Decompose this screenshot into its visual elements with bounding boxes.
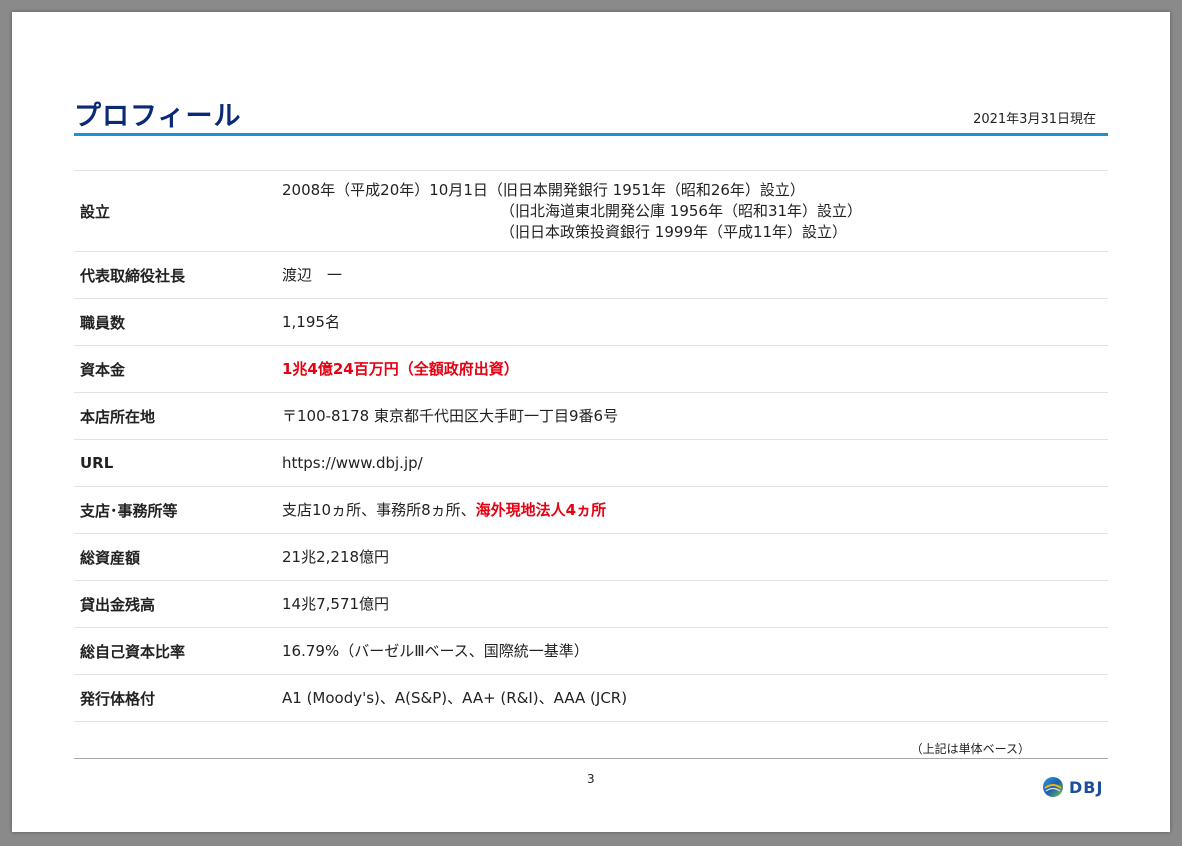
title-underline — [74, 133, 1108, 136]
establishment-line-1: 2008年（平成20年）10月1日（旧日本開発銀行 1951年（昭和26年）設立… — [282, 180, 805, 199]
row-value: 1,195名 — [282, 312, 340, 331]
row-label: 設立 — [80, 202, 111, 221]
row-value: 渡辺 一 — [282, 265, 343, 284]
page-number: 3 — [587, 772, 595, 786]
footnote: （上記は単体ベース） — [910, 742, 1030, 756]
row-label: URL — [80, 454, 114, 472]
table-row-employees: 職員数 1,195名 — [74, 299, 1108, 346]
url-link[interactable]: https://www.dbj.jp/ — [282, 453, 1108, 474]
row-label: 総資産額 — [80, 548, 141, 567]
table-row-capital: 資本金 1兆4億24百万円（全額政府出資） — [74, 346, 1108, 393]
table-row-establishment: 設立 2008年（平成20年）10月1日（旧日本開発銀行 1951年（昭和26年… — [74, 171, 1108, 252]
logo-text: DBJ — [1069, 777, 1104, 797]
table-row-branches: 支店･事務所等 支店10ヵ所、事務所8ヵ所、海外現地法人4ヵ所 — [74, 487, 1108, 534]
row-value: 支店10ヵ所、事務所8ヵ所、海外現地法人4ヵ所 — [282, 500, 1108, 521]
row-value: 21兆2,218億円 — [282, 547, 390, 566]
document-page: プロフィール 2021年3月31日現在 設立 2008年（平成20年）10月1日… — [12, 12, 1170, 832]
branches-overseas: 海外現地法人4ヵ所 — [475, 500, 607, 519]
establishment-line-3: （旧日本政策投資銀行 1999年（平成11年）設立） — [500, 222, 848, 241]
bottom-divider — [74, 758, 1108, 759]
table-row-head-office: 本店所在地 〒100-8178 東京都千代田区大手町一丁目9番6号 — [74, 393, 1108, 440]
dbj-logo: DBJ — [1042, 776, 1103, 798]
row-label: 支店･事務所等 — [80, 501, 178, 520]
table-row-president: 代表取締役社長 渡辺 一 — [74, 252, 1108, 299]
row-label: 本店所在地 — [80, 407, 156, 426]
as-of-date: 2021年3月31日現在 — [973, 112, 1096, 127]
table-row-total-assets: 総資産額 21兆2,218億円 — [74, 534, 1108, 581]
row-value: 2008年（平成20年）10月1日（旧日本開発銀行 1951年（昭和26年）設立… — [282, 180, 1108, 243]
row-value: 14兆7,571億円 — [282, 594, 390, 613]
row-value: 1兆4億24百万円（全額政府出資） — [282, 359, 519, 378]
table-row-url: URL https://www.dbj.jp/ — [74, 440, 1108, 487]
row-label: 発行体格付 — [80, 689, 156, 708]
row-label: 総自己資本比率 — [80, 642, 186, 661]
row-value: A1 (Moody's)、A(S&P)、AA+ (R&I)、AAA (JCR) — [282, 688, 628, 707]
page-title: プロフィール — [74, 101, 242, 132]
table-row-ratings: 発行体格付 A1 (Moody's)、A(S&P)、AA+ (R&I)、AAA … — [74, 675, 1108, 722]
row-label: 代表取締役社長 — [80, 266, 186, 285]
profile-table: 設立 2008年（平成20年）10月1日（旧日本開発銀行 1951年（昭和26年… — [74, 170, 1108, 722]
row-label: 職員数 — [80, 313, 126, 332]
globe-icon — [1043, 777, 1063, 797]
row-label: 貸出金残高 — [80, 595, 156, 614]
table-row-capital-ratio: 総自己資本比率 16.79%（バーゼルⅢベース、国際統一基準） — [74, 628, 1108, 675]
row-value: 〒100-8178 東京都千代田区大手町一丁目9番6号 — [282, 406, 619, 425]
branches-domestic: 支店10ヵ所、事務所8ヵ所、 — [282, 500, 476, 519]
row-label: 資本金 — [80, 360, 126, 379]
row-value: 16.79%（バーゼルⅢベース、国際統一基準） — [282, 641, 589, 660]
establishment-line-2: （旧北海道東北開発公庫 1956年（昭和31年）設立） — [500, 201, 863, 220]
table-row-loans: 貸出金残高 14兆7,571億円 — [74, 581, 1108, 628]
